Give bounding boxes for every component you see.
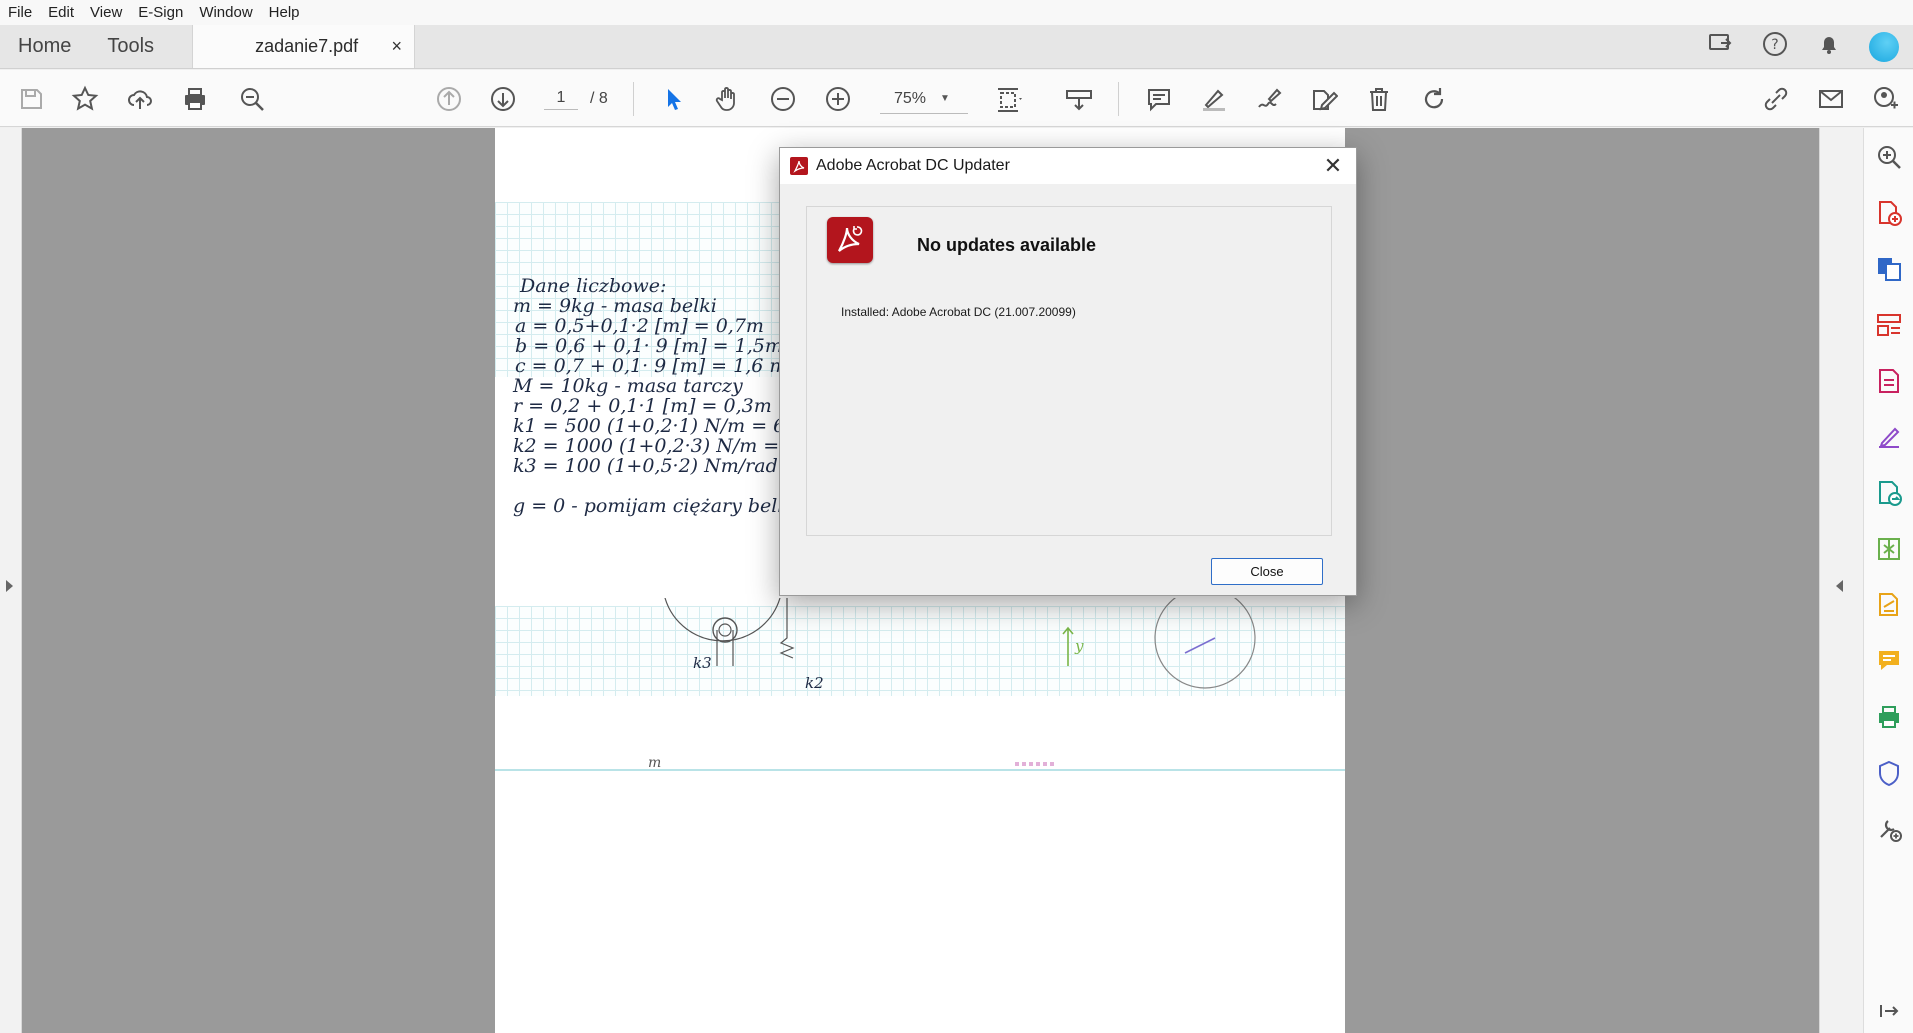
comment-tool-icon[interactable] (1874, 646, 1904, 676)
edit-pdf-icon[interactable] (1307, 82, 1341, 116)
tools-rail (1863, 128, 1913, 1033)
zoom-out-icon[interactable] (766, 82, 800, 116)
handwritten-line: Dane liczbowe: (520, 275, 667, 297)
zoom-in-icon[interactable] (821, 82, 855, 116)
dialog-title: Adobe Acrobat DC Updater (816, 157, 1010, 174)
more-tools-icon[interactable] (1874, 814, 1904, 844)
handwritten-line: m = 9kg - masa belki (513, 295, 717, 317)
collapse-right-icon[interactable] (1836, 580, 1843, 592)
tab-tools[interactable]: Tools (89, 25, 172, 68)
select-cursor-icon[interactable] (656, 82, 690, 116)
menu-edit[interactable]: Edit (48, 4, 74, 21)
installed-version-text: Installed: Adobe Acrobat DC (21.007.2009… (841, 305, 1076, 319)
dialog-content: No updates available Installed: Adobe Ac… (806, 206, 1332, 536)
handwritten-line: r = 0,2 + 0,1·1 [m] = 0,3m (513, 395, 772, 417)
left-panel-toggle[interactable] (0, 128, 22, 1033)
request-signatures-icon[interactable] (1874, 590, 1904, 620)
acrobat-update-logo-icon (827, 217, 873, 263)
close-button[interactable]: Close (1211, 558, 1323, 585)
menu-esign[interactable]: E-Sign (138, 4, 183, 21)
zoom-tool-icon[interactable] (1874, 142, 1904, 172)
dialog-close-icon[interactable]: ✕ (1320, 153, 1346, 178)
tab-home[interactable]: Home (0, 25, 89, 68)
collapse-panel-icon[interactable] (1874, 996, 1904, 1026)
protect-shield-icon[interactable] (1874, 758, 1904, 788)
next-page-icon[interactable] (486, 82, 520, 116)
tab-document-label: zadanie7.pdf (255, 36, 359, 56)
create-pdf-icon[interactable] (1874, 198, 1904, 228)
diagram-label: k3 (693, 654, 712, 672)
zoom-level-select[interactable]: 75% ▼ (880, 84, 968, 114)
search-zoom-icon[interactable] (235, 82, 269, 116)
comment-icon[interactable] (1142, 82, 1176, 116)
handwritten-line: c = 0,7 + 0,1· 9 [m] = 1,6 m (515, 355, 788, 377)
notification-bell-icon[interactable] (1815, 30, 1843, 63)
add-user-icon[interactable] (1869, 82, 1903, 116)
print-production-icon[interactable] (1874, 702, 1904, 732)
handwritten-line: g = 0 - pomijam ciężary belki i t (513, 495, 821, 517)
handwritten-line: a = 0,5+0,1·2 [m] = 0,7m (515, 315, 764, 337)
save-icon[interactable] (14, 82, 48, 116)
tab-close-icon[interactable]: × (392, 36, 403, 57)
page-total: / 8 (590, 90, 608, 107)
delete-trash-icon[interactable] (1362, 82, 1396, 116)
expand-left-icon[interactable] (6, 580, 13, 592)
updater-dialog: Adobe Acrobat DC Updater ✕ No updates av… (779, 147, 1357, 596)
diagram-label: y (1075, 637, 1084, 655)
menu-file[interactable]: File (8, 4, 32, 21)
diagram-label: k2 (805, 674, 824, 692)
menu-window[interactable]: Window (199, 4, 252, 21)
toolbar: 1 / 8 75% ▼ (0, 70, 1913, 127)
diagram-sketch (495, 598, 1345, 771)
send-for-signature-icon[interactable] (1874, 478, 1904, 508)
dialog-heading: No updates available (917, 235, 1097, 255)
email-icon[interactable] (1814, 82, 1848, 116)
menu-view[interactable]: View (90, 4, 122, 21)
bookmark-star-icon[interactable] (68, 82, 102, 116)
menu-bar: File Edit View E-Sign Window Help (0, 0, 1913, 25)
handwritten-line: M = 10kg - masa tarczy (513, 375, 743, 397)
diagram-label: m (648, 755, 662, 771)
print-icon[interactable] (178, 82, 212, 116)
compress-pdf-icon[interactable] (1874, 534, 1904, 564)
handwritten-line: b = 0,6 + 0,1· 9 [m] = 1,5m (515, 335, 783, 357)
fill-sign-icon[interactable] (1874, 422, 1904, 452)
highlight-pen-icon[interactable] (1197, 82, 1231, 116)
acrobat-small-logo-icon (790, 157, 808, 175)
tab-document[interactable]: zadanie7.pdf × (192, 25, 416, 68)
combine-files-icon[interactable] (1874, 254, 1904, 284)
previous-page-icon[interactable] (432, 82, 466, 116)
dialog-titlebar: Adobe Acrobat DC Updater (780, 148, 1356, 184)
share-link-icon[interactable] (1759, 82, 1793, 116)
upload-cloud-icon[interactable] (123, 82, 157, 116)
page-fit-icon[interactable] (992, 82, 1026, 116)
page-number-field[interactable]: 1 / 8 (544, 84, 630, 114)
chevron-down-icon[interactable]: ▼ (940, 93, 950, 104)
page-current[interactable]: 1 (544, 89, 578, 110)
menu-help[interactable]: Help (269, 4, 300, 21)
draw-sign-icon[interactable] (1252, 82, 1286, 116)
help-icon[interactable]: ? (1761, 30, 1789, 63)
svg-text:?: ? (1771, 37, 1778, 53)
share-review-icon[interactable] (1707, 30, 1735, 63)
export-pdf-icon[interactable] (1874, 366, 1904, 396)
scroll-mode-icon[interactable] (1062, 82, 1096, 116)
zoom-value: 75% (893, 89, 927, 107)
right-panel-toggle[interactable] (1819, 128, 1863, 1033)
organize-pages-icon[interactable] (1874, 310, 1904, 340)
header-actions: ? (1707, 25, 1913, 68)
avatar[interactable] (1869, 31, 1899, 62)
hand-tool-icon[interactable] (711, 82, 745, 116)
rotate-icon[interactable] (1417, 82, 1451, 116)
toolbar-divider (1118, 82, 1119, 116)
tab-bar: Home Tools zadanie7.pdf × ? (0, 25, 1913, 69)
toolbar-divider (633, 82, 634, 116)
